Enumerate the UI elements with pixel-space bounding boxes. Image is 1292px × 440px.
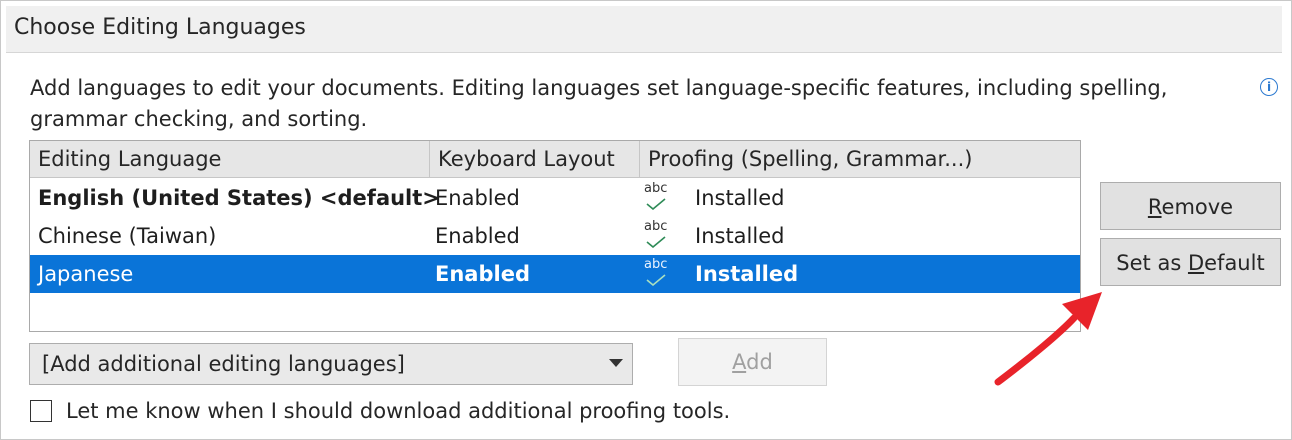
column-header-keyboard-layout[interactable]: Keyboard Layout [430, 141, 640, 177]
row-language: English (United States) <default> [38, 186, 440, 210]
column-header-editing-language[interactable]: Editing Language [30, 141, 430, 177]
table-row-japanese[interactable]: Japanese Enabled abc Installed [30, 255, 1080, 293]
combo-value: [Add additional editing languages] [42, 352, 405, 376]
table-row-english[interactable]: English (United States) <default> Enable… [30, 179, 1080, 217]
row-proofing: Installed [695, 186, 785, 210]
column-header-proofing[interactable]: Proofing (Spelling, Grammar...) [640, 141, 1080, 177]
row-proofing: Installed [695, 224, 785, 248]
chevron-down-icon[interactable] [608, 358, 624, 368]
section-title: Choose Editing Languages [14, 15, 306, 40]
editing-languages-table[interactable]: Editing Language Keyboard Layout Proofin… [29, 140, 1081, 332]
abc-label: abc [644, 181, 668, 196]
set-as-default-button[interactable]: Set as Default [1100, 238, 1281, 286]
row-keyboard: Enabled [435, 186, 520, 210]
abc-check-icon: abc [644, 181, 676, 215]
row-proofing: Installed [695, 262, 799, 286]
row-keyboard: Enabled [435, 224, 520, 248]
row-language: Chinese (Taiwan) [38, 224, 217, 248]
abc-check-icon: abc [644, 219, 676, 253]
add-button[interactable]: Add [678, 338, 827, 386]
table-row-chinese[interactable]: Chinese (Taiwan) Enabled abc Installed [30, 217, 1080, 255]
table-header: Editing Language Keyboard Layout Proofin… [30, 141, 1080, 178]
section-header: Choose Editing Languages [6, 6, 1282, 53]
add-language-combobox[interactable]: [Add additional editing languages] [29, 343, 633, 385]
remove-button[interactable]: Remove [1100, 182, 1281, 230]
row-keyboard: Enabled [435, 262, 530, 286]
red-arrow-icon [994, 292, 1102, 386]
abc-check-icon: abc [644, 257, 676, 291]
abc-label: abc [644, 257, 668, 272]
info-icon[interactable]: i [1260, 78, 1278, 96]
description-text: Add languages to edit your documents. Ed… [30, 76, 1168, 131]
abc-label: abc [644, 219, 668, 234]
proofing-tools-checkbox[interactable] [30, 400, 52, 422]
proofing-tools-checkbox-label[interactable]: Let me know when I should download addit… [66, 397, 730, 425]
row-language: Japanese [38, 262, 134, 286]
